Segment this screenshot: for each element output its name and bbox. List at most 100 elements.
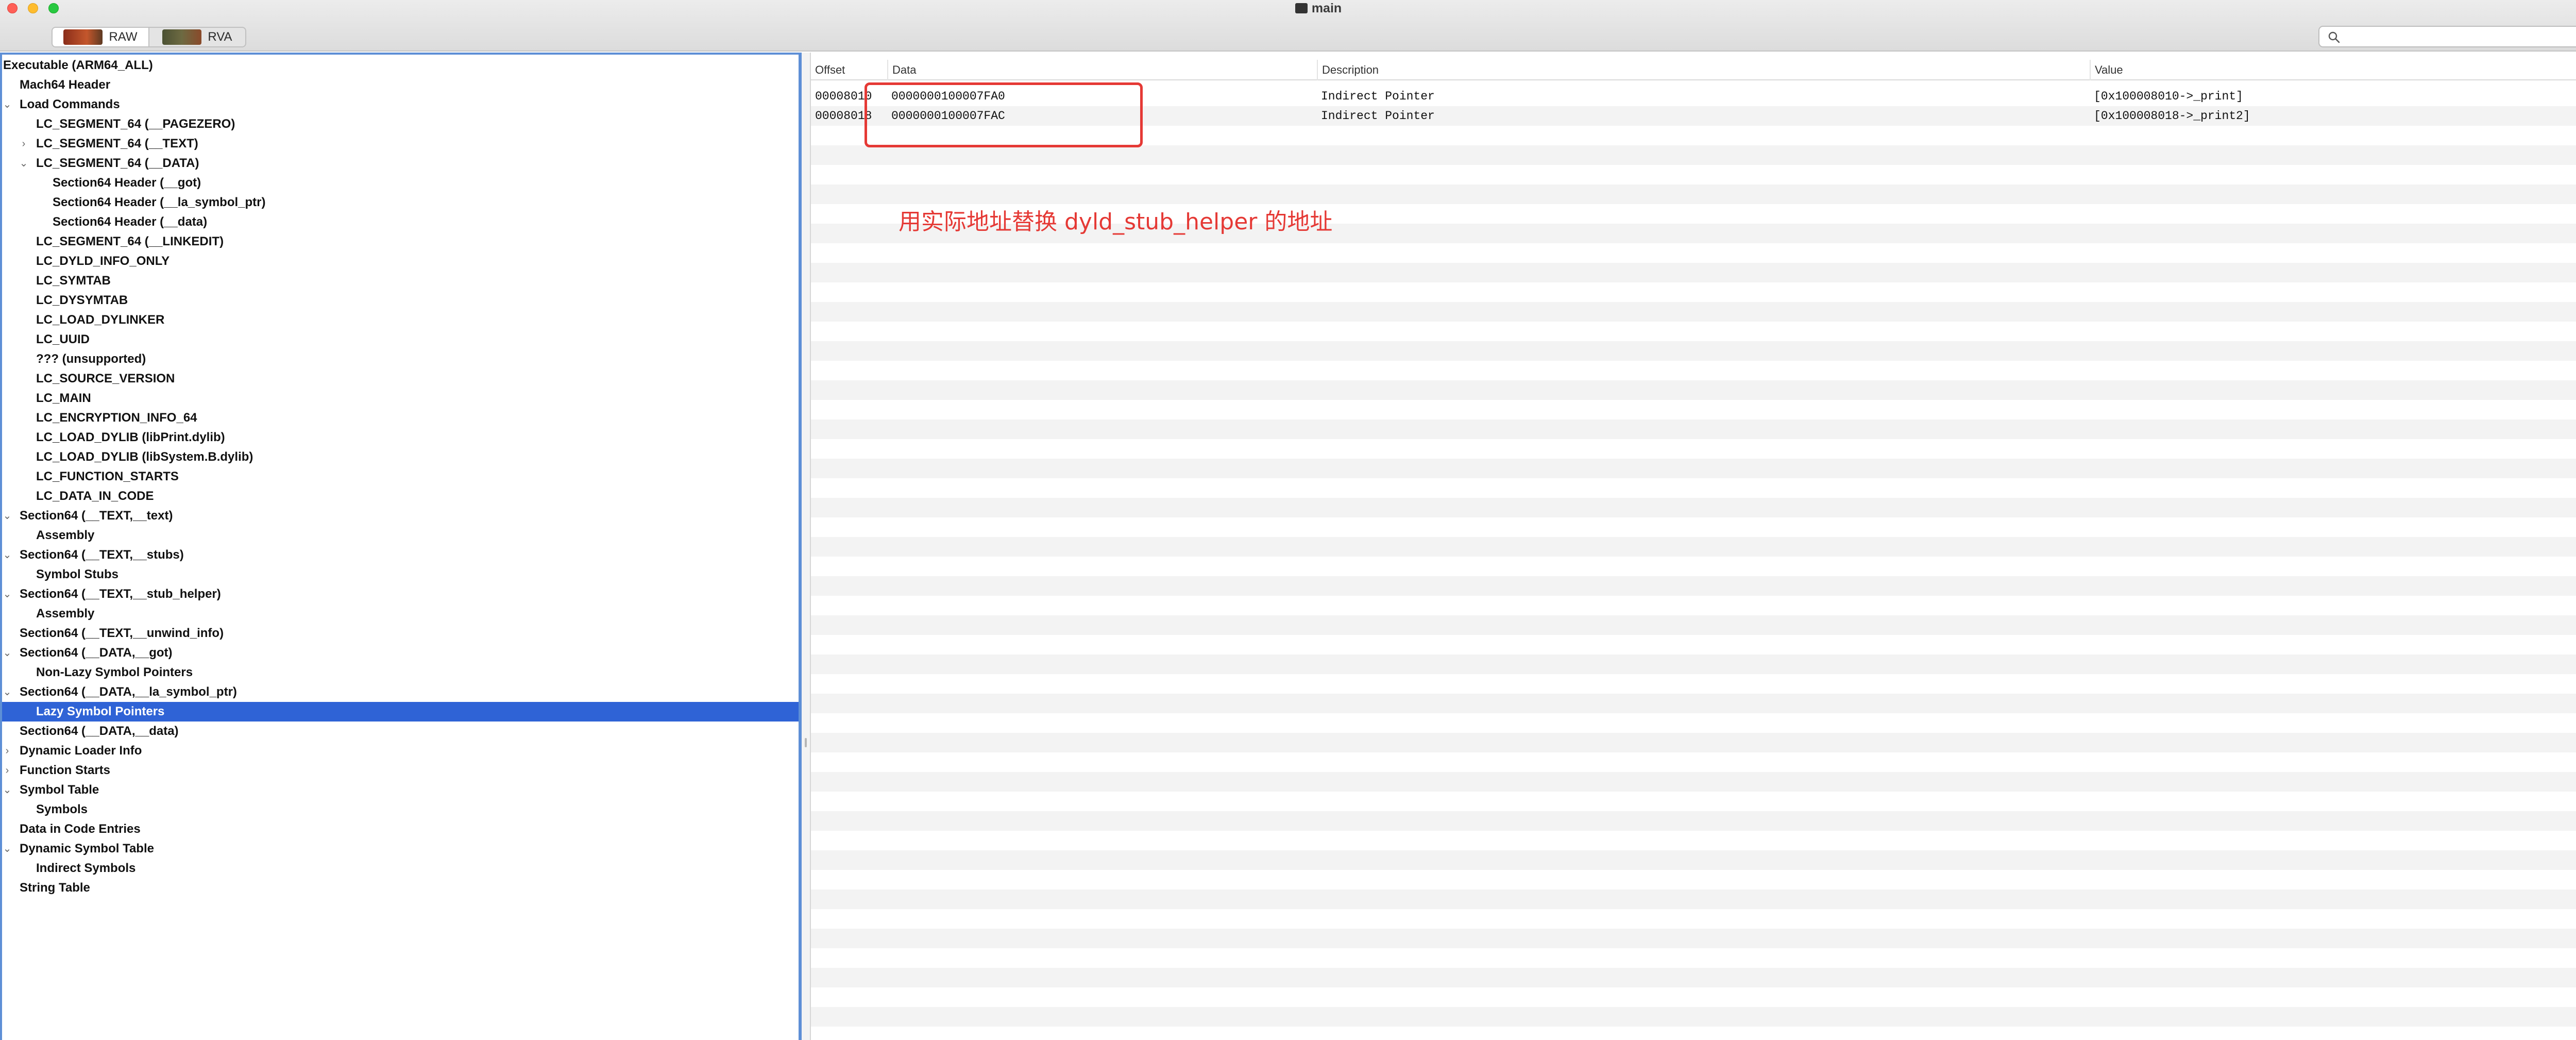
table-row[interactable] xyxy=(811,694,2576,713)
chevron-down-icon[interactable]: ⌄ xyxy=(2,780,13,800)
table-row[interactable] xyxy=(811,772,2576,792)
search-input[interactable] xyxy=(2345,29,2576,44)
outline-item[interactable]: › LC_SEGMENT_64 (__TEXT) xyxy=(2,134,799,154)
outline-item[interactable]: Assembly xyxy=(2,604,799,624)
table-row[interactable] xyxy=(811,948,2576,968)
outline-item[interactable]: LC_FUNCTION_STARTS xyxy=(2,467,799,487)
outline-item[interactable]: LC_SOURCE_VERSION xyxy=(2,369,799,389)
outline-item[interactable]: ⌄ Section64 (__TEXT,__text) xyxy=(2,506,799,526)
table-row[interactable] xyxy=(811,890,2576,909)
table-row[interactable] xyxy=(811,282,2576,302)
table-row[interactable] xyxy=(811,674,2576,694)
outline-item[interactable]: ⌄ Section64 (__TEXT,__stubs) xyxy=(2,545,799,565)
table-row[interactable] xyxy=(811,557,2576,576)
outline-item[interactable]: Section64 Header (__got) xyxy=(2,173,799,193)
outline-item[interactable]: Section64 (__DATA,__data) xyxy=(2,722,799,741)
table-row[interactable] xyxy=(811,655,2576,674)
table-row[interactable] xyxy=(811,635,2576,655)
column-header-offset[interactable]: Offset xyxy=(811,60,887,80)
chevron-right-icon[interactable]: › xyxy=(2,761,13,780)
raw-mode-button[interactable]: RAW xyxy=(53,28,148,46)
outline-item[interactable]: Section64 (__TEXT,__unwind_info) xyxy=(2,624,799,643)
table-row[interactable] xyxy=(811,263,2576,282)
table-row[interactable] xyxy=(811,478,2576,498)
table-row[interactable] xyxy=(811,184,2576,204)
table-row[interactable] xyxy=(811,713,2576,733)
outline-item[interactable]: LC_ENCRYPTION_INFO_64 xyxy=(2,408,799,428)
outline-item[interactable]: ⌄ Dynamic Symbol Table xyxy=(2,839,799,859)
table-row[interactable] xyxy=(811,243,2576,263)
data-table[interactable]: Offset Data Description Value 00008010 00… xyxy=(811,53,2576,1040)
rva-mode-button[interactable]: RVA xyxy=(148,28,245,46)
outline-item[interactable]: Symbol Stubs xyxy=(2,565,799,584)
table-row[interactable] xyxy=(811,811,2576,831)
table-row[interactable] xyxy=(811,380,2576,400)
table-row[interactable] xyxy=(811,792,2576,811)
table-row[interactable] xyxy=(811,615,2576,635)
outline-item[interactable]: Symbols xyxy=(2,800,799,819)
table-row[interactable] xyxy=(811,145,2576,165)
chevron-right-icon[interactable]: › xyxy=(2,741,13,761)
table-row[interactable] xyxy=(811,1007,2576,1027)
outline-item[interactable]: Section64 Header (__la_symbol_ptr) xyxy=(2,193,799,212)
outline-item[interactable]: › Dynamic Loader Info xyxy=(2,741,799,761)
table-row[interactable] xyxy=(811,968,2576,987)
outline-item[interactable]: LC_LOAD_DYLINKER xyxy=(2,310,799,330)
table-row[interactable] xyxy=(811,537,2576,557)
outline-item[interactable]: ⌄ Symbol Table xyxy=(2,780,799,800)
outline-item[interactable]: LC_LOAD_DYLIB (libSystem.B.dylib) xyxy=(2,447,799,467)
search-field[interactable] xyxy=(2318,26,2576,47)
table-row[interactable] xyxy=(811,302,2576,322)
outline-item[interactable]: ??? (unsupported) xyxy=(2,349,799,369)
chevron-down-icon[interactable]: ⌄ xyxy=(2,839,13,859)
outline-item[interactable]: LC_SEGMENT_64 (__LINKEDIT) xyxy=(2,232,799,251)
table-row[interactable] xyxy=(811,850,2576,870)
column-header-value[interactable]: Value xyxy=(2090,60,2576,80)
table-row[interactable] xyxy=(811,576,2576,596)
table-row[interactable] xyxy=(811,420,2576,439)
outline-item[interactable]: ⌄ Section64 (__TEXT,__stub_helper) xyxy=(2,584,799,604)
column-header-description[interactable]: Description xyxy=(1317,60,2081,80)
outline-item[interactable]: ⌄ Section64 (__DATA,__la_symbol_ptr) xyxy=(2,682,799,702)
table-row[interactable] xyxy=(811,929,2576,948)
table-row[interactable] xyxy=(811,165,2576,184)
outline-item[interactable]: Section64 Header (__data) xyxy=(2,212,799,232)
outline-item[interactable]: Data in Code Entries xyxy=(2,819,799,839)
table-row[interactable] xyxy=(811,439,2576,459)
table-row[interactable] xyxy=(811,752,2576,772)
chevron-down-icon[interactable]: ⌄ xyxy=(2,643,13,663)
table-row[interactable] xyxy=(811,517,2576,537)
outline-item[interactable]: Indirect Symbols xyxy=(2,859,799,878)
table-row[interactable] xyxy=(811,322,2576,341)
outline-item[interactable]: LC_SYMTAB xyxy=(2,271,799,291)
outline-item[interactable]: LC_UUID xyxy=(2,330,799,349)
outline-item[interactable]: ⌄ Section64 (__DATA,__got) xyxy=(2,643,799,663)
outline-item[interactable]: Executable (ARM64_ALL) xyxy=(2,56,799,75)
outline-item[interactable]: LC_LOAD_DYLIB (libPrint.dylib) xyxy=(2,428,799,447)
table-row[interactable] xyxy=(811,361,2576,380)
outline-item[interactable]: Non-Lazy Symbol Pointers xyxy=(2,663,799,682)
chevron-down-icon[interactable]: ⌄ xyxy=(2,584,13,604)
chevron-down-icon[interactable]: ⌄ xyxy=(2,95,13,114)
table-row[interactable] xyxy=(811,870,2576,890)
outline-item[interactable]: LC_DYLD_INFO_ONLY xyxy=(2,251,799,271)
splitter-grip[interactable] xyxy=(805,738,807,747)
outline-item[interactable]: LC_MAIN xyxy=(2,389,799,408)
outline-item[interactable]: ⌄ LC_SEGMENT_64 (__DATA) xyxy=(2,154,799,173)
table-row[interactable] xyxy=(811,459,2576,478)
outline-item[interactable]: Mach64 Header xyxy=(2,75,799,95)
table-row[interactable] xyxy=(811,596,2576,615)
table-row[interactable] xyxy=(811,987,2576,1007)
table-row[interactable] xyxy=(811,498,2576,517)
table-row[interactable] xyxy=(811,831,2576,850)
table-row[interactable] xyxy=(811,909,2576,929)
chevron-down-icon[interactable]: ⌄ xyxy=(2,682,13,702)
table-row[interactable] xyxy=(811,400,2576,420)
chevron-down-icon[interactable]: ⌄ xyxy=(2,506,13,526)
outline-item[interactable]: String Table xyxy=(2,878,799,898)
table-row[interactable] xyxy=(811,733,2576,752)
pane-splitter[interactable] xyxy=(802,53,811,1040)
outline-item[interactable]: ⌄ Load Commands xyxy=(2,95,799,114)
outline-item[interactable]: LC_DATA_IN_CODE xyxy=(2,487,799,506)
outline-item[interactable]: LC_SEGMENT_64 (__PAGEZERO) xyxy=(2,114,799,134)
